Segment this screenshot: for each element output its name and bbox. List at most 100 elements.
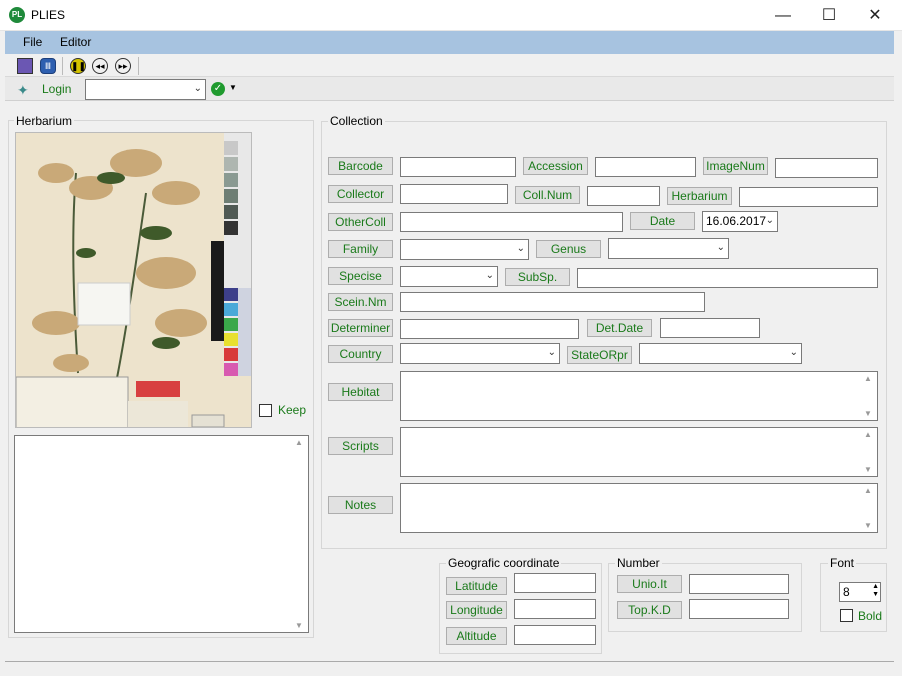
herbarium-group-label: Herbarium — [14, 114, 75, 128]
number-group-label: Number — [615, 556, 662, 570]
keep-checkbox[interactable] — [259, 404, 272, 417]
family-button[interactable]: Family — [328, 240, 393, 258]
chevron-down-icon: ⌄ — [516, 243, 525, 254]
sceinnm-button[interactable]: Scein.Nm — [328, 293, 393, 311]
othercoll-input[interactable] — [400, 212, 623, 232]
herbarium-notes-textarea[interactable]: ▲ ▼ — [14, 435, 309, 633]
imagenum-input[interactable] — [775, 158, 878, 178]
uniolt-input[interactable] — [689, 574, 789, 594]
specise-select[interactable]: ⌄ — [400, 266, 498, 287]
scripts-button[interactable]: Scripts — [328, 437, 393, 455]
accession-input[interactable] — [595, 157, 696, 177]
font-size-value: 8 — [843, 585, 850, 599]
altitude-input[interactable] — [514, 625, 596, 645]
herbarium-specimen-image — [15, 132, 252, 428]
scripts-textarea[interactable]: ▲ ▼ — [400, 427, 878, 477]
scroll-down-icon[interactable]: ▼ — [864, 521, 872, 530]
window-title: PLIES — [31, 8, 66, 22]
scrollbar[interactable]: ▲ ▼ — [862, 373, 876, 419]
collector-button[interactable]: Collector — [328, 185, 393, 203]
topkd-input[interactable] — [689, 599, 789, 619]
barcode-button[interactable]: Barcode — [328, 157, 393, 175]
dropdown-arrow-icon[interactable]: ▼ — [229, 83, 237, 92]
latitude-button[interactable]: Latitude — [446, 577, 507, 595]
hebitat-button[interactable]: Hebitat — [328, 383, 393, 401]
scrollbar[interactable]: ▲ ▼ — [293, 437, 307, 631]
herbarium-button[interactable]: Herbarium — [667, 187, 732, 205]
stop-icon[interactable]: Ⅲ — [40, 58, 56, 74]
subsp-button[interactable]: SubSp. — [505, 268, 570, 286]
font-size-spinner[interactable]: 8 ▲ ▼ — [839, 582, 881, 602]
othercoll-button[interactable]: OtherColl — [328, 213, 393, 231]
scroll-down-icon[interactable]: ▼ — [864, 409, 872, 418]
date-picker[interactable]: 16.06.2017 ⌄ — [702, 211, 778, 232]
hebitat-textarea[interactable]: ▲ ▼ — [400, 371, 878, 421]
forward-icon[interactable]: ▸▸ — [115, 58, 131, 74]
longitude-button[interactable]: Longitude — [446, 601, 507, 619]
chevron-down-icon: ⌄ — [547, 347, 556, 358]
rewind-icon[interactable]: ◂◂ — [92, 58, 108, 74]
app-icon: PL — [9, 7, 25, 23]
determiner-input[interactable] — [400, 319, 579, 339]
date-value: 16.06.2017 — [706, 214, 767, 228]
notes-textarea[interactable]: ▲ ▼ — [400, 483, 878, 533]
menu-bar — [5, 31, 894, 54]
family-select[interactable]: ⌄ — [400, 239, 529, 260]
detdate-button[interactable]: Det.Date — [587, 319, 652, 337]
pause-icon[interactable]: ❚❚ — [70, 58, 86, 74]
collnum-button[interactable]: Coll.Num — [515, 186, 580, 204]
scrollbar[interactable]: ▲ ▼ — [862, 429, 876, 475]
chevron-down-icon: ⌄ — [765, 215, 774, 226]
determiner-button[interactable]: Determiner — [328, 319, 393, 337]
imagenum-button[interactable]: ImageNum — [703, 157, 768, 175]
genus-select[interactable]: ⌄ — [608, 238, 729, 259]
scroll-up-icon[interactable]: ▲ — [295, 438, 303, 447]
scroll-up-icon[interactable]: ▲ — [864, 374, 872, 383]
toolbar-separator — [62, 57, 63, 75]
login-combo[interactable]: ⌄ — [85, 79, 206, 100]
close-button[interactable]: ✕ — [852, 0, 898, 31]
toolbar-separator — [138, 57, 139, 75]
detdate-input[interactable] — [660, 318, 760, 338]
stateorpr-select[interactable]: ⌄ — [639, 343, 802, 364]
chevron-down-icon: ⌄ — [716, 242, 725, 253]
login-button[interactable]: Login — [42, 82, 71, 96]
altitude-button[interactable]: Altitude — [446, 627, 507, 645]
geo-group-label: Geografic coordinate — [446, 556, 562, 570]
save-icon[interactable] — [17, 58, 33, 74]
uniolt-button[interactable]: Unio.It — [617, 575, 682, 593]
scroll-up-icon[interactable]: ▲ — [864, 486, 872, 495]
longitude-input[interactable] — [514, 599, 596, 619]
herbarium-input[interactable] — [739, 187, 878, 207]
scroll-up-icon[interactable]: ▲ — [864, 430, 872, 439]
scrollbar[interactable]: ▲ ▼ — [862, 485, 876, 531]
font-group-label: Font — [828, 556, 857, 570]
country-select[interactable]: ⌄ — [400, 343, 560, 364]
country-button[interactable]: Country — [328, 345, 393, 363]
notes-button[interactable]: Notes — [328, 496, 393, 514]
stateorpr-button[interactable]: StateORpr — [567, 346, 632, 364]
login-icon[interactable]: ✦ — [17, 82, 29, 99]
scroll-down-icon[interactable]: ▼ — [295, 621, 303, 630]
bold-checkbox[interactable] — [840, 609, 853, 622]
menu-editor[interactable]: Editor — [60, 35, 91, 49]
subsp-input[interactable] — [577, 268, 878, 288]
chevron-down-icon: ⌄ — [789, 347, 798, 358]
maximize-button[interactable]: ☐ — [806, 0, 852, 31]
barcode-input[interactable] — [400, 157, 516, 177]
menu-file[interactable]: File — [23, 35, 42, 49]
scroll-down-icon[interactable]: ▼ — [864, 465, 872, 474]
genus-button[interactable]: Genus — [536, 240, 601, 258]
check-icon[interactable]: ✓ — [211, 82, 225, 96]
date-button[interactable]: Date — [630, 212, 695, 230]
collnum-input[interactable] — [587, 186, 660, 206]
keep-label: Keep — [278, 403, 307, 417]
spinner-arrows-icon[interactable]: ▲ ▼ — [872, 583, 879, 599]
sceinnm-input[interactable] — [400, 292, 705, 312]
collector-input[interactable] — [400, 184, 508, 204]
minimize-button[interactable]: — — [760, 0, 806, 31]
specise-button[interactable]: Specise — [328, 267, 393, 285]
accession-button[interactable]: Accession — [523, 157, 588, 175]
latitude-input[interactable] — [514, 573, 596, 593]
topkd-button[interactable]: Top.K.D — [617, 601, 682, 619]
